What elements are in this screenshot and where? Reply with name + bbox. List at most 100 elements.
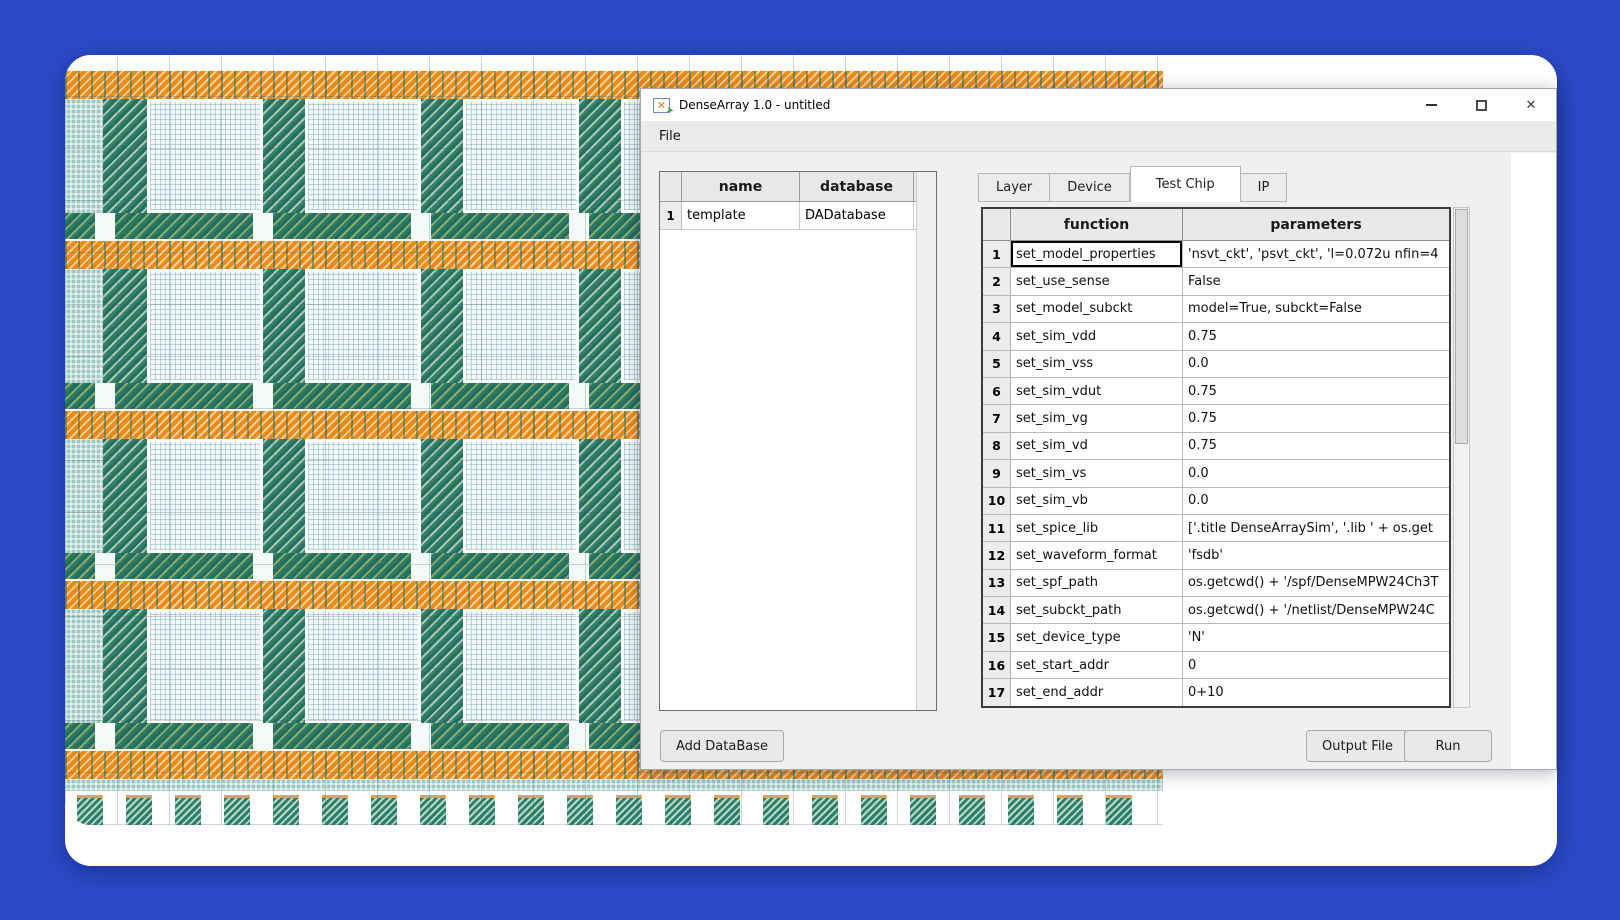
bond-pad [1057, 795, 1083, 825]
fn-cell-parameters[interactable]: 'nsvt_ckt', 'psvt_ckt', 'l=0.072u nfin=4 [1183, 241, 1449, 267]
fn-cell-function[interactable]: set_subckt_path [1011, 597, 1183, 623]
db-scrollbar-track[interactable] [916, 172, 936, 710]
fn-table-header: function parameters [983, 209, 1449, 241]
db-column-name[interactable]: name [682, 172, 800, 201]
fn-cell-parameters[interactable]: os.getcwd() + '/netlist/DenseMPW24C [1183, 597, 1449, 623]
fn-cell-function[interactable]: set_sim_vdut [1011, 378, 1183, 404]
fn-row-number[interactable]: 16 [983, 652, 1011, 678]
bond-pad [420, 795, 446, 825]
fn-cell-parameters[interactable]: 0.0 [1183, 351, 1449, 377]
fn-cell-function[interactable]: set_sim_vb [1011, 488, 1183, 514]
fn-cell-parameters[interactable]: model=True, subckt=False [1183, 296, 1449, 322]
fn-cell-parameters[interactable]: 0.75 [1183, 323, 1449, 349]
fn-cell-function[interactable]: set_sim_vg [1011, 405, 1183, 431]
db-corner-cell[interactable] [660, 172, 682, 201]
fn-table-row: 17set_end_addr0+10 [983, 679, 1449, 706]
fn-table-row: 15set_device_type'N' [983, 624, 1449, 651]
bond-pad [616, 795, 642, 825]
db-row-number[interactable]: 1 [660, 202, 682, 229]
fn-row-number[interactable]: 10 [983, 488, 1011, 514]
minimize-button[interactable] [1406, 89, 1456, 121]
tab-device[interactable]: Device [1050, 173, 1129, 202]
tab-layer[interactable]: Layer [978, 173, 1050, 202]
vertical-scrollbar[interactable] [1453, 207, 1470, 708]
chip-array-block [463, 269, 579, 383]
fn-cell-function[interactable]: set_spf_path [1011, 570, 1183, 596]
db-column-database[interactable]: database [800, 172, 914, 201]
fn-cell-function[interactable]: set_sim_vdd [1011, 323, 1183, 349]
fn-row-number[interactable]: 15 [983, 624, 1011, 650]
fn-cell-parameters[interactable]: ['.title DenseArraySim', '.lib ' + os.ge… [1183, 515, 1449, 541]
chip-array-block [305, 439, 421, 553]
fn-cell-parameters[interactable]: False [1183, 268, 1449, 294]
fn-table-row: 9set_sim_vs0.0 [983, 460, 1449, 487]
fn-cell-function[interactable]: set_start_addr [1011, 652, 1183, 678]
db-table-row: 1templateDADatabase [660, 202, 936, 230]
fn-cell-parameters[interactable]: 0 [1183, 652, 1449, 678]
fn-row-number[interactable]: 8 [983, 433, 1011, 459]
fn-cell-parameters[interactable]: 0.0 [1183, 460, 1449, 486]
fn-cell-function[interactable]: set_device_type [1011, 624, 1183, 650]
fn-row-number[interactable]: 13 [983, 570, 1011, 596]
fn-cell-parameters[interactable]: 'N' [1183, 624, 1449, 650]
bond-pad [322, 795, 348, 825]
fn-row-number[interactable]: 17 [983, 679, 1011, 705]
fn-cell-function[interactable]: set_sim_vs [1011, 460, 1183, 486]
fn-row-number[interactable]: 11 [983, 515, 1011, 541]
db-cell-database[interactable]: DADatabase [800, 202, 914, 229]
fn-table-row: 3set_model_subcktmodel=True, subckt=Fals… [983, 296, 1449, 323]
add-database-button[interactable]: Add DataBase [660, 730, 784, 762]
fn-row-number[interactable]: 5 [983, 351, 1011, 377]
menu-file[interactable]: File [653, 126, 687, 147]
fn-column-function[interactable]: function [1011, 209, 1183, 240]
fn-cell-parameters[interactable]: 0+10 [1183, 679, 1449, 705]
app-icon-arrow: ➤ [666, 106, 675, 116]
fn-cell-parameters[interactable]: 0.0 [1183, 488, 1449, 514]
fn-row-number[interactable]: 1 [983, 241, 1011, 267]
fn-cell-function[interactable]: set_model_properties [1011, 241, 1183, 267]
run-button[interactable]: Run [1404, 730, 1492, 762]
fn-cell-function[interactable]: set_sim_vss [1011, 351, 1183, 377]
bond-pad [665, 795, 691, 825]
fn-cell-function[interactable]: set_sim_vd [1011, 433, 1183, 459]
fn-row-number[interactable]: 12 [983, 542, 1011, 568]
fn-cell-function[interactable]: set_waveform_format [1011, 542, 1183, 568]
tab-test-chip[interactable]: Test Chip [1130, 166, 1241, 202]
db-cell-name[interactable]: template [682, 202, 800, 229]
bond-pad [518, 795, 544, 825]
desktop-background: ✕ ➤ DenseArray 1.0 - untitled ✕ File nam… [0, 0, 1620, 920]
function-table: function parameters 1set_model_propertie… [981, 207, 1451, 708]
fn-cell-function[interactable]: set_model_subckt [1011, 296, 1183, 322]
close-button[interactable]: ✕ [1506, 89, 1556, 121]
fn-cell-parameters[interactable]: os.getcwd() + '/spf/DenseMPW24Ch3T [1183, 570, 1449, 596]
maximize-button[interactable] [1456, 89, 1506, 121]
fn-row-number[interactable]: 7 [983, 405, 1011, 431]
bond-pad [567, 795, 593, 825]
fn-corner-cell[interactable] [983, 209, 1011, 240]
chip-array-block [463, 439, 579, 553]
fn-cell-function[interactable]: set_use_sense [1011, 268, 1183, 294]
fn-row-number[interactable]: 3 [983, 296, 1011, 322]
window-titlebar[interactable]: ✕ ➤ DenseArray 1.0 - untitled ✕ [641, 89, 1556, 121]
fn-cell-function[interactable]: set_end_addr [1011, 679, 1183, 705]
fn-cell-parameters[interactable]: 'fsdb' [1183, 542, 1449, 568]
menu-bar: File [641, 121, 1556, 152]
fn-row-number[interactable]: 4 [983, 323, 1011, 349]
fn-cell-parameters[interactable]: 0.75 [1183, 405, 1449, 431]
fn-row-number[interactable]: 9 [983, 460, 1011, 486]
fn-cell-function[interactable]: set_spice_lib [1011, 515, 1183, 541]
bond-pad [910, 795, 936, 825]
chip-array-block [305, 99, 421, 213]
fn-row-number[interactable]: 6 [983, 378, 1011, 404]
tab-ip[interactable]: IP [1241, 173, 1288, 202]
fn-table-row: 8set_sim_vd0.75 [983, 433, 1449, 460]
fn-column-parameters[interactable]: parameters [1183, 209, 1449, 240]
scrollbar-thumb[interactable] [1455, 209, 1468, 444]
fn-cell-parameters[interactable]: 0.75 [1183, 433, 1449, 459]
bond-pad [861, 795, 887, 825]
fn-row-number[interactable]: 2 [983, 268, 1011, 294]
chip-array-block [305, 269, 421, 383]
fn-row-number[interactable]: 14 [983, 597, 1011, 623]
output-file-button[interactable]: Output File [1306, 730, 1409, 762]
fn-cell-parameters[interactable]: 0.75 [1183, 378, 1449, 404]
